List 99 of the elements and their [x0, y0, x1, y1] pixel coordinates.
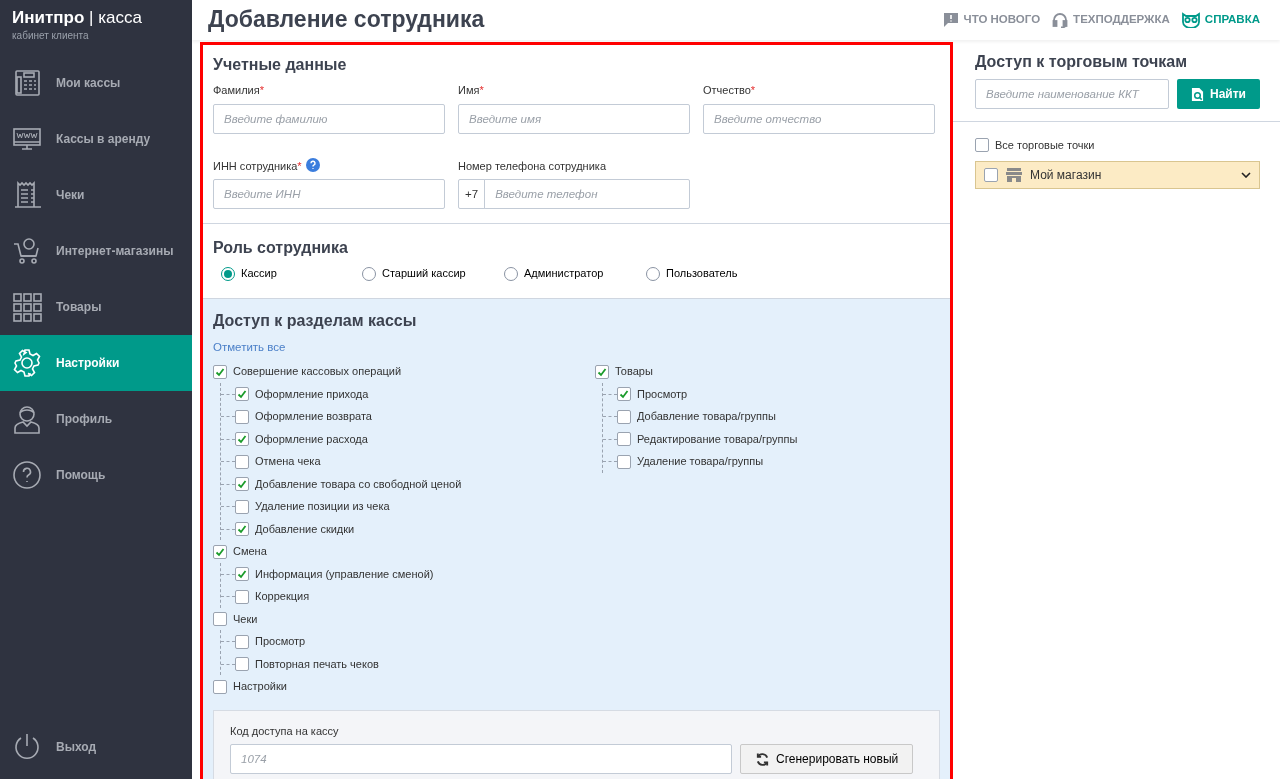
checkbox[interactable] — [235, 499, 249, 514]
input-field[interactable]: Введите отчество — [703, 103, 935, 134]
checkbox-label: Добавление товара/группы — [637, 409, 776, 425]
checkbox-label: Оформление расхода — [255, 431, 368, 447]
checkbox-label: Просмотр — [255, 634, 306, 650]
checkbox-label: Все торговые точки — [995, 138, 1095, 154]
sidebar-item[interactable]: Профиль — [0, 391, 192, 447]
checkbox-label: Просмотр — [637, 386, 688, 402]
radio-option[interactable]: Администратор — [504, 265, 646, 282]
header-link[interactable]: ЧТО НОВОГО — [942, 11, 1041, 29]
checkbox[interactable] — [235, 657, 249, 672]
checkbox[interactable] — [617, 454, 631, 469]
search-icon — [1191, 86, 1204, 102]
cart-icon — [12, 236, 42, 266]
checkbox-label: Настройки — [233, 679, 287, 695]
checkbox[interactable] — [595, 364, 609, 379]
field-label: Номер телефона сотрудника — [458, 158, 607, 174]
page-title: Добавление сотрудника — [208, 6, 485, 34]
checkbox-label: Чеки — [233, 611, 258, 627]
logo-subtitle: кабинет клиента — [11, 29, 90, 43]
checkbox[interactable] — [235, 567, 249, 582]
generate-button[interactable]: Сгенерировать новый — [740, 744, 914, 775]
checkbox-label: Коррекция — [255, 589, 310, 605]
checkbox[interactable] — [213, 544, 227, 559]
field-label: ИНН сотрудника* — [213, 158, 302, 174]
checkbox-label: Редактирование товара/группы — [637, 431, 798, 447]
field-label: Имя* — [458, 83, 485, 99]
help-icon[interactable] — [305, 157, 320, 172]
checkbox-label: Информация (управление сменой) — [255, 566, 434, 582]
refresh-icon — [755, 751, 770, 767]
power-icon — [12, 732, 42, 762]
radio-option[interactable]: Старший кассир — [362, 265, 504, 282]
checkbox[interactable] — [235, 387, 249, 402]
person-icon — [12, 404, 42, 434]
sidebar-item[interactable]: Мои кассы — [0, 55, 192, 111]
store-icon — [1006, 167, 1022, 182]
checkbox-label: Смена — [233, 544, 267, 560]
section-title: Роль сотрудника — [213, 238, 349, 258]
checkbox[interactable] — [235, 409, 249, 424]
help-icon — [12, 460, 42, 490]
header-link[interactable]: СПРАВКА — [1181, 11, 1260, 29]
input-field[interactable]: Введите ИНН — [213, 179, 445, 210]
sidebar-item[interactable]: Настройки — [0, 335, 192, 391]
checkbox-label: Совершение кассовых операций — [233, 364, 402, 380]
header-link[interactable]: ТЕХПОДДЕРЖКА — [1052, 11, 1170, 29]
checkbox-label: Отмена чека — [255, 454, 321, 470]
checkbox-label: Добавление товара со свободной ценой — [255, 476, 462, 492]
headset-icon — [1052, 12, 1069, 28]
checkbox[interactable] — [235, 634, 249, 649]
sidebar-item[interactable]: Интернет-магазины — [0, 223, 192, 279]
sidebar-item[interactable]: Помощь — [0, 447, 192, 503]
checkbox[interactable] — [984, 167, 998, 182]
sidebar-item[interactable]: Кассы в аренду — [0, 111, 192, 167]
owl-icon — [1181, 12, 1200, 28]
checkbox[interactable] — [213, 612, 227, 627]
checkbox[interactable] — [235, 477, 249, 492]
access-code-field[interactable]: 1074 — [230, 744, 732, 775]
input-field[interactable]: Введите фамилию — [213, 103, 445, 134]
checkbox[interactable] — [235, 589, 249, 604]
chat-icon — [942, 12, 959, 28]
checkbox[interactable] — [617, 432, 631, 447]
field-label: Фамилия* — [213, 83, 265, 99]
checkbox-label: Повторная печать чеков — [255, 656, 379, 672]
outlet-name: Мой магазин — [1030, 166, 1103, 184]
search-field[interactable]: Введите наименование ККТ — [975, 79, 1169, 110]
checkbox[interactable] — [617, 409, 631, 424]
logo-text: Инитпро | касса — [11, 7, 143, 28]
field-label: Отчество* — [703, 83, 757, 99]
checkbox[interactable] — [235, 454, 249, 469]
receipt-icon — [12, 180, 42, 210]
sidebar-item[interactable]: Товары — [0, 279, 192, 335]
checkbox-label: Оформление прихода — [255, 386, 369, 402]
input-field[interactable]: Введите имя — [458, 103, 690, 134]
checkbox[interactable] — [235, 432, 249, 447]
grid-icon — [12, 292, 42, 322]
checkbox-label: Удаление товара/группы — [637, 454, 764, 470]
search-button[interactable]: Найти — [1177, 79, 1260, 110]
field-label: Код доступа на кассу — [230, 723, 340, 739]
radio-option[interactable]: Пользователь — [646, 265, 788, 282]
chevron-down-icon[interactable] — [1241, 171, 1251, 178]
checkbox[interactable] — [617, 387, 631, 402]
section-title: Учетные данные — [213, 55, 348, 75]
checkbox-label: Добавление скидки — [255, 521, 355, 537]
outlet-row[interactable]: Мой магазин — [975, 160, 1260, 189]
checkbox-label: Удаление позиции из чека — [255, 499, 390, 515]
cash-register-icon — [12, 68, 42, 98]
section-title: Доступ к торговым точкам — [975, 52, 1188, 72]
checkbox-label: Товары — [615, 364, 653, 380]
checkbox-label: Оформление возврата — [255, 409, 372, 425]
checkbox[interactable] — [975, 138, 989, 153]
logout-button[interactable]: Выход — [0, 719, 192, 775]
radio-option[interactable]: Кассир — [221, 265, 362, 282]
settings-icon — [12, 348, 42, 378]
checkbox[interactable] — [213, 364, 227, 379]
section-title: Доступ к разделам кассы — [213, 310, 418, 331]
checkbox[interactable] — [213, 679, 227, 694]
checkbox[interactable] — [235, 522, 249, 537]
select-all-link[interactable]: Отметить все — [213, 339, 286, 357]
sidebar-item[interactable]: Чеки — [0, 167, 192, 223]
